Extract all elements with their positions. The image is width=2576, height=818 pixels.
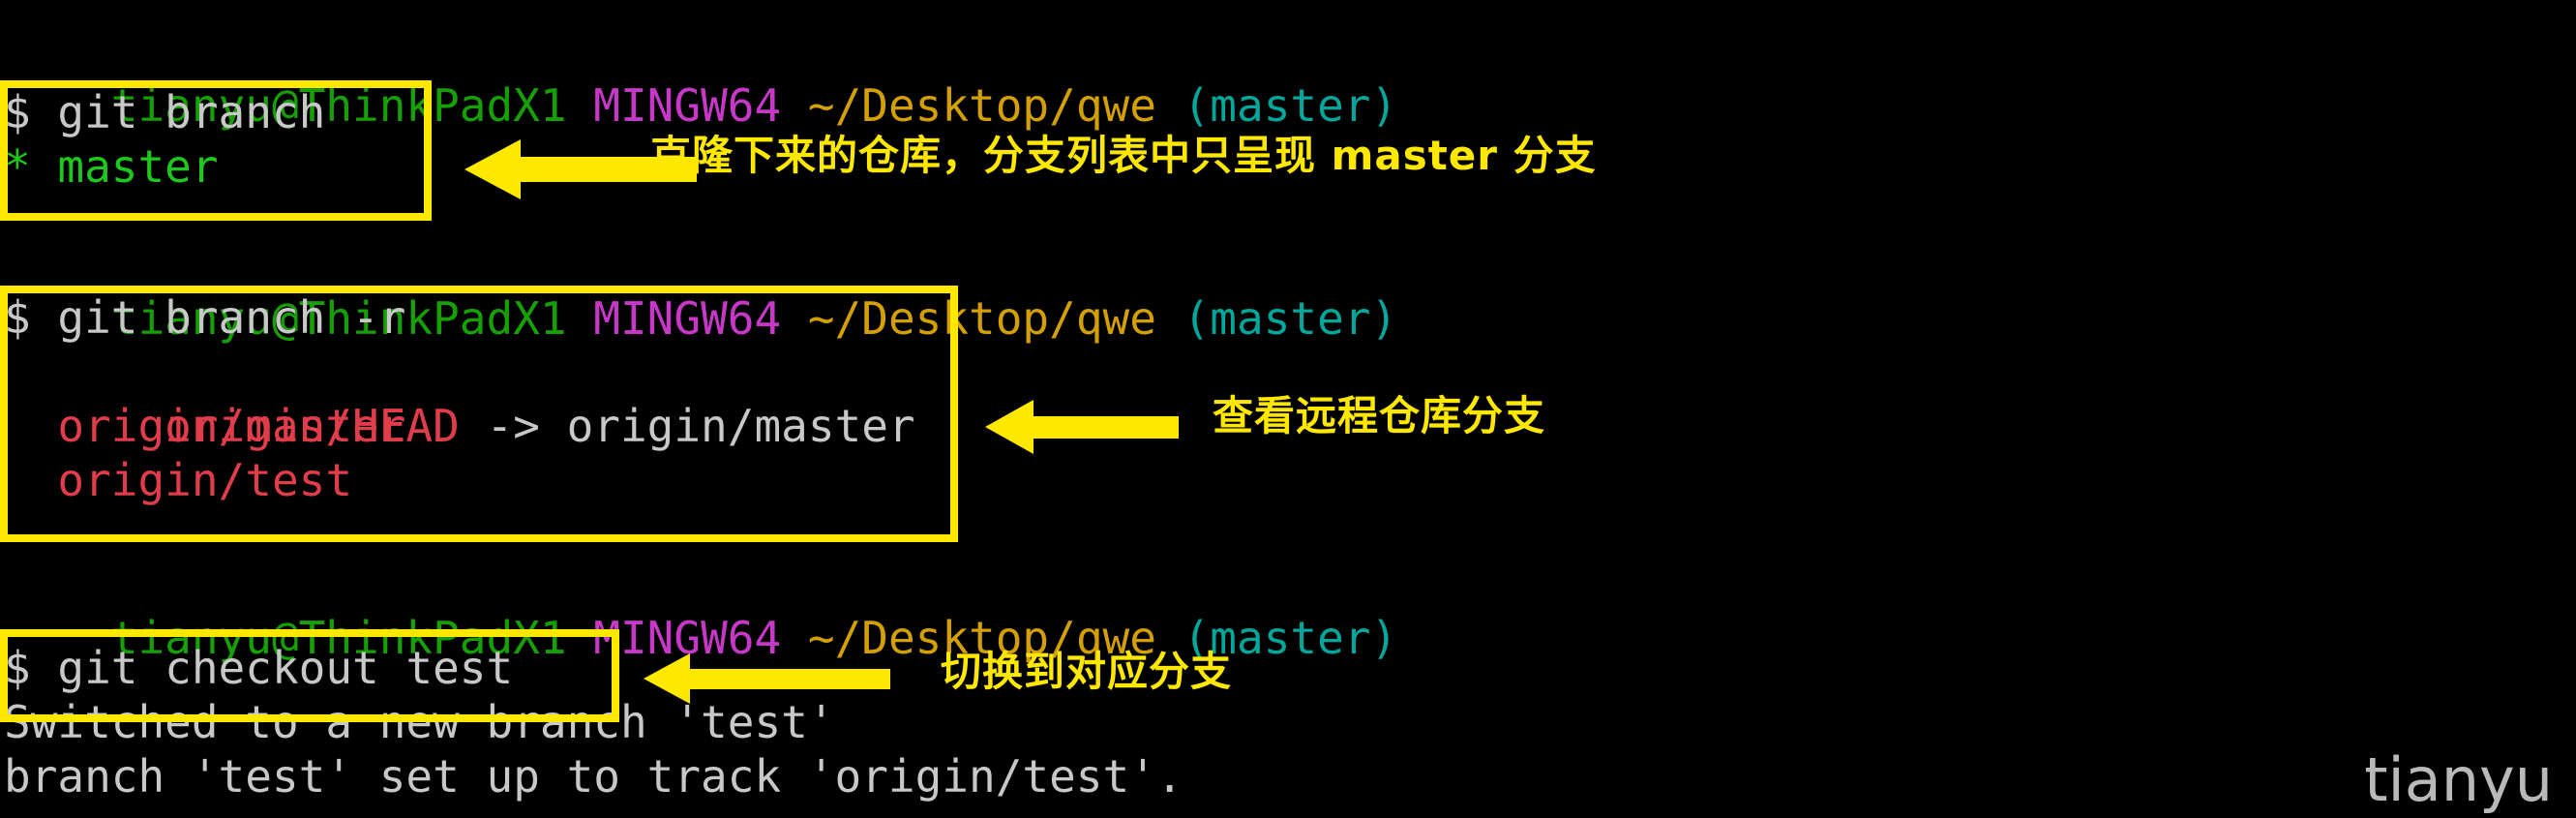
prompt-host: MINGW64: [593, 292, 782, 345]
output-track-branch: branch 'test' set up to track 'origin/te…: [4, 750, 1183, 803]
annotation-view-remote-branches: 查看远程仓库分支: [1213, 392, 1546, 439]
output-remote-test: origin/test: [4, 454, 353, 506]
prompt-path: ~/Desktop/qwe: [807, 79, 1156, 132]
command-git-checkout-test[interactable]: $ git checkout test: [4, 641, 513, 695]
output-remote-head-target: -> origin/master: [459, 400, 915, 452]
annotation-clone-branches: 克隆下来的仓库，分支列表中只呈现 master 分支: [650, 132, 1597, 179]
arrow-left-2: [985, 400, 1179, 454]
prompt-branch: (master): [1183, 292, 1398, 345]
output-local-branch-master: * master: [4, 140, 219, 193]
prompt-path: ~/Desktop/qwe: [807, 292, 1156, 345]
output-switched-branch: Switched to a new branch 'test': [4, 696, 835, 748]
command-git-branch[interactable]: $ git branch: [4, 85, 325, 139]
prompt-host: MINGW64: [593, 79, 782, 132]
command-git-branch-remote[interactable]: $ git branch -r: [4, 290, 405, 345]
prompt-branch: (master): [1183, 79, 1398, 132]
watermark-tianyu: tianyu: [2364, 744, 2553, 815]
terminal-screen: tianyu@ThinkPadX1 MINGW64 ~/Desktop/qwe …: [0, 0, 2576, 818]
prompt-host: MINGW64: [593, 612, 782, 664]
output-remote-master: origin/master: [4, 400, 406, 452]
annotation-switch-branch: 切换到对应分支: [941, 648, 1233, 695]
